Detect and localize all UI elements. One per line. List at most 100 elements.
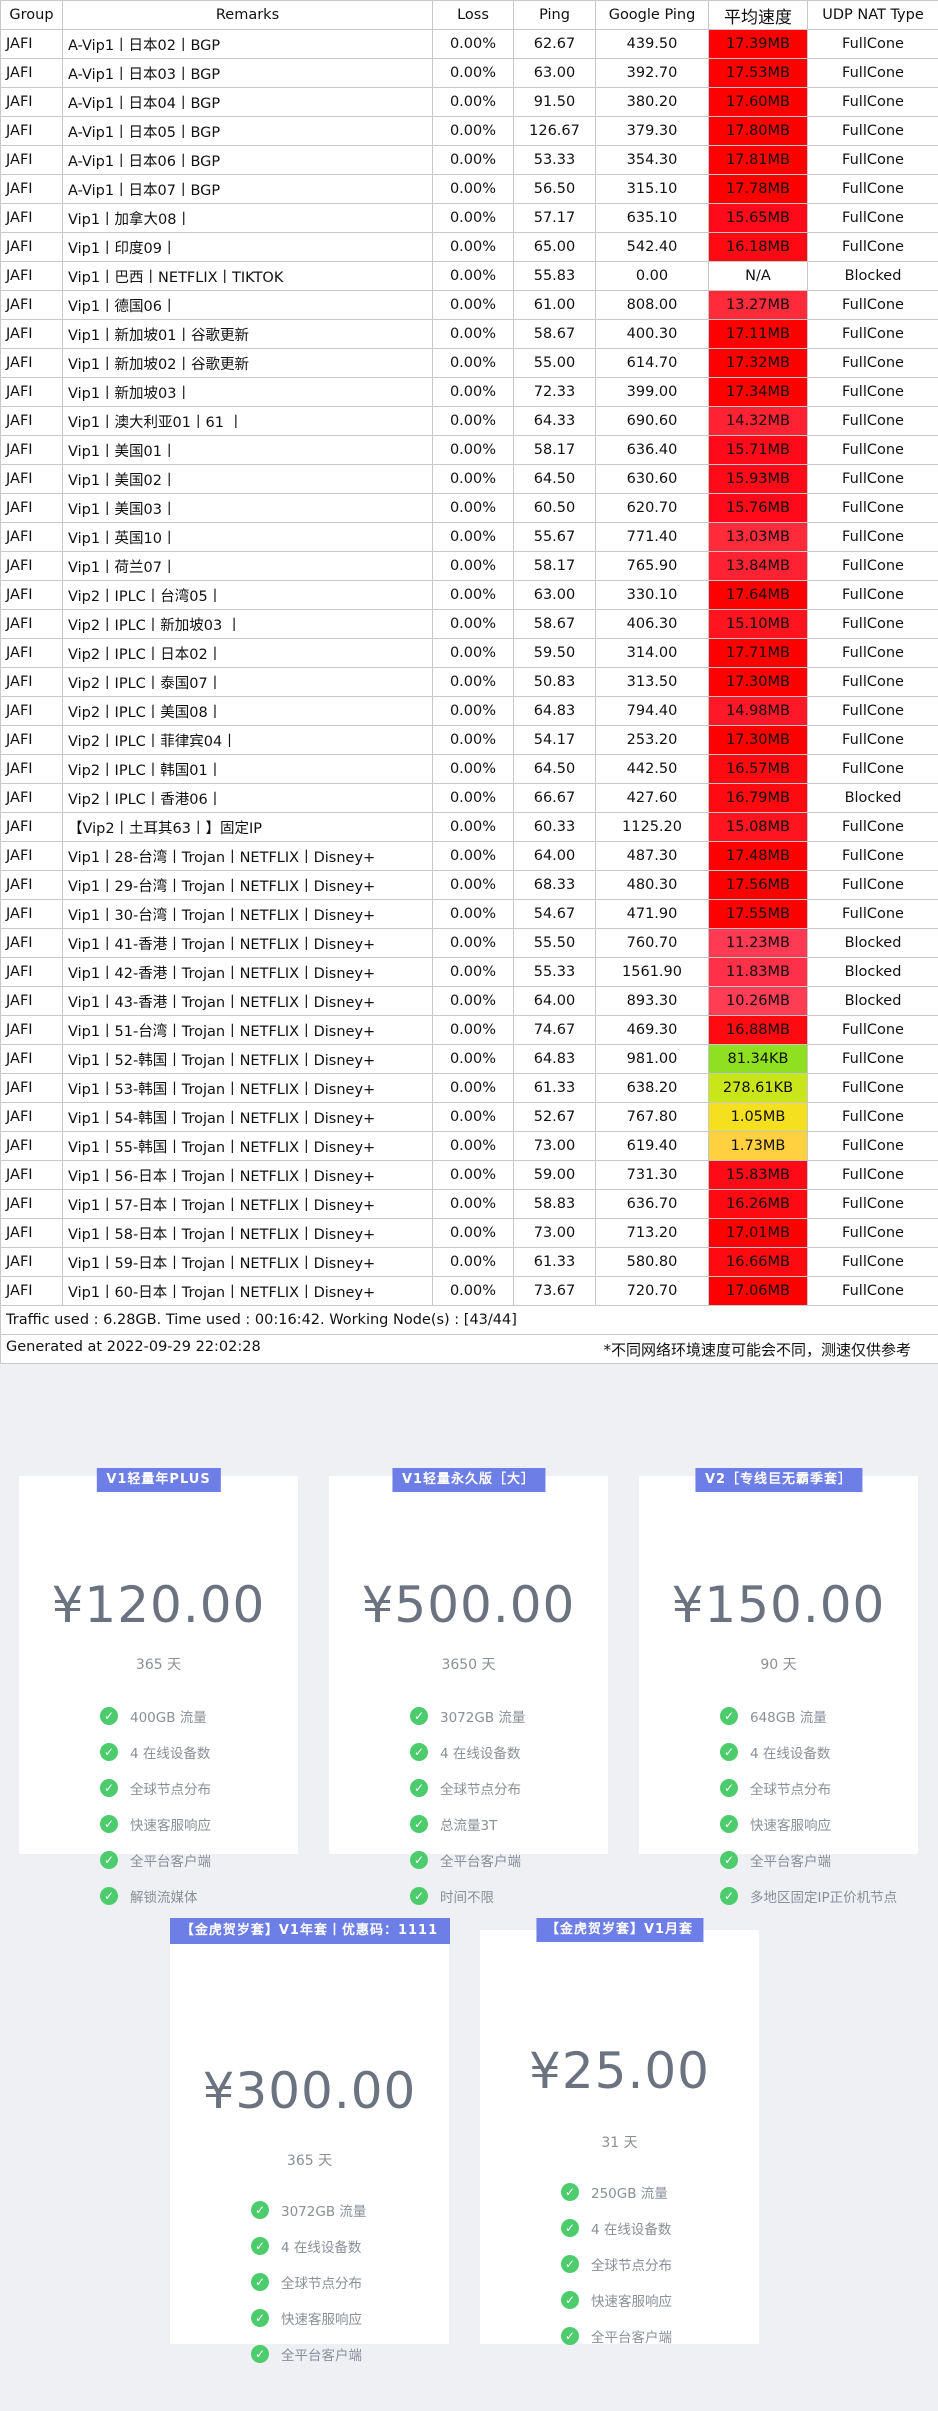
cell-avg-speed: 17.64MB [708,580,808,610]
table-row: JAFI 【Vip2丨土耳其63丨】固定IP 0.00% 60.33 1125.20 15… [0,812,938,842]
cell-group: JAFI [0,261,63,291]
cell-remarks: Vip1丨新加坡03丨 [62,377,433,407]
table-row: JAFI Vip2丨IPLC丨新加坡03 丨 0.00% 58.67 406.30 15.… [0,609,938,639]
cell-udp-nat-type: FullCone [807,1015,938,1045]
cell-loss: 0.00% [432,754,514,784]
cell-udp-nat-type: FullCone [807,754,938,784]
plan-duration: 365 天 [286,2153,333,2169]
plan-feature: ✓ 快速客服响应 [720,1806,918,1842]
disclaimer-note: *不同网络环境速度可能会不同，测速仅供参考 [603,1340,911,1359]
cell-google-ping: 471.90 [595,899,709,929]
cell-avg-speed: 16.79MB [708,783,808,813]
table-row: JAFI Vip2丨IPLC丨泰国07丨 0.00% 50.83 313.50 17.30… [0,667,938,697]
plan-card[interactable]: 【金虎贺岁套】V1年套丨优惠码：1111 ¥300.00 365 天 ✓ 3072GB … [169,1918,450,2364]
cell-ping: 64.00 [513,841,596,871]
cell-google-ping: 713.20 [595,1218,709,1248]
cell-avg-speed: 11.83MB [708,957,808,987]
cell-remarks: Vip1丨56-日本丨Trojan丨NETFLIX丨Disney+ [62,1160,433,1190]
cell-avg-speed: 17.34MB [708,377,808,407]
table-row: JAFI Vip1丨41-香港丨Trojan丨NETFLIX丨Disney+ 0.0… [0,928,938,958]
plan-feature: ✓ 全球节点分布 [410,1770,608,1806]
cell-udp-nat-type: FullCone [807,348,938,378]
cell-google-ping: 380.20 [595,87,709,117]
cell-loss: 0.00% [432,406,514,436]
table-row: JAFI Vip2丨IPLC丨台湾05丨 0.00% 63.00 330.10 17.64… [0,580,938,610]
plan-feature: ✓ 全平台客户端 [720,1842,918,1878]
cell-udp-nat-type: Blocked [807,957,938,987]
cell-remarks: Vip1丨美国01丨 [62,435,433,465]
table-row: JAFI Vip1丨42-香港丨Trojan丨NETFLIX丨Disney+ 0.0… [0,957,938,987]
cell-ping: 62.67 [513,29,596,59]
cell-loss: 0.00% [432,725,514,755]
cell-group: JAFI [0,1218,63,1248]
footer-generated-row: Generated at 2022-09-29 22:02:28 *不同网络环境… [0,1334,938,1364]
table-row: JAFI Vip2丨IPLC丨美国08丨 0.00% 64.83 794.40 14.98… [0,696,938,726]
plan-feature-label: 4 在线设备数 [281,2240,362,2256]
cell-ping: 56.50 [513,174,596,204]
plan-feature: ✓ 全球节点分布 [100,1770,298,1806]
plan-card[interactable]: V2［专线巨无霸季套］ ¥150.00 90 天 ✓ 648GB 流量 ✓ 4 在线设备数 ✓… [639,1468,918,1906]
cell-google-ping: 406.30 [595,609,709,639]
cell-ping: 72.33 [513,377,596,407]
plan-card[interactable]: V1轻量永久版［大］ ¥500.00 3650 天 ✓ 3072GB 流量 ✓ 4 在线设备… [329,1468,608,1906]
check-circle-icon: ✓ [410,1815,428,1833]
cell-remarks: Vip1丨53-韩国丨Trojan丨NETFLIX丨Disney+ [62,1073,433,1103]
plan-feature: ✓ 3072GB 流量 [410,1698,608,1734]
cell-udp-nat-type: FullCone [807,116,938,146]
cell-google-ping: 354.30 [595,145,709,175]
cell-google-ping: 635.10 [595,203,709,233]
plan-feature-label: 3072GB 流量 [440,1710,526,1726]
cell-remarks: Vip2丨IPLC丨菲律宾04丨 [62,725,433,755]
cell-udp-nat-type: FullCone [807,696,938,726]
plan-feature-label: 4 在线设备数 [750,1746,831,1762]
cell-ping: 64.50 [513,754,596,784]
cell-remarks: Vip1丨荷兰07丨 [62,551,433,581]
cell-remarks: Vip1丨52-韩国丨Trojan丨NETFLIX丨Disney+ [62,1044,433,1074]
plan-feature: ✓ 250GB 流量 [561,2174,759,2210]
cell-google-ping: 690.60 [595,406,709,436]
table-row: JAFI A-Vip1丨日本03丨BGP 0.00% 63.00 392.70 17.53… [0,58,938,88]
cell-avg-speed: 16.26MB [708,1189,808,1219]
table-row: JAFI A-Vip1丨日本04丨BGP 0.00% 91.50 380.20 17.60… [0,87,938,117]
cell-ping: 55.33 [513,957,596,987]
cell-google-ping: 720.70 [595,1276,709,1306]
cell-group: JAFI [0,1131,63,1161]
cell-group: JAFI [0,957,63,987]
plan-feature-label: 全球节点分布 [440,1782,521,1798]
header-group: Group [0,0,63,30]
header-udp-nat-type: UDP NAT Type [807,0,938,30]
cell-group: JAFI [0,435,63,465]
cell-google-ping: 580.80 [595,1247,709,1277]
cell-avg-speed: 17.53MB [708,58,808,88]
cell-group: JAFI [0,1015,63,1045]
cell-avg-speed: 16.88MB [708,1015,808,1045]
cell-ping: 50.83 [513,667,596,697]
table-row: JAFI A-Vip1丨日本07丨BGP 0.00% 56.50 315.10 17.78… [0,174,938,204]
cell-google-ping: 614.70 [595,348,709,378]
cell-ping: 57.17 [513,203,596,233]
plan-card[interactable]: V1轻量年PLUS ¥120.00 365 天 ✓ 400GB 流量 ✓ 4 在线设备数 ✓ 全… [19,1468,298,1906]
cell-avg-speed: 17.48MB [708,841,808,871]
check-circle-icon: ✓ [251,2237,269,2255]
cell-group: JAFI [0,783,63,813]
cell-google-ping: 439.50 [595,29,709,59]
cell-google-ping: 392.70 [595,58,709,88]
plan-card[interactable]: 【金虎贺岁套】V1月套 ¥25.00 31 天 ✓ 250GB 流量 ✓ 4 在线设备数 ✓ 全… [480,1918,759,2346]
cell-loss: 0.00% [432,319,514,349]
cell-remarks: Vip2丨IPLC丨香港06丨 [62,783,433,813]
plan-feature-label: 快速客服响应 [281,2312,362,2328]
footer-traffic-row: Traffic used : 6.28GB. Time used : 00:16… [0,1305,938,1335]
plan-feature: ✓ 4 在线设备数 [100,1734,298,1770]
cell-remarks: Vip1丨28-台湾丨Trojan丨NETFLIX丨Disney+ [62,841,433,871]
cell-remarks: 【Vip2丨土耳其63丨】固定IP [62,812,433,842]
cell-udp-nat-type: Blocked [807,928,938,958]
cell-google-ping: 760.70 [595,928,709,958]
cell-ping: 63.00 [513,580,596,610]
cell-avg-speed: 13.27MB [708,290,808,320]
cell-udp-nat-type: FullCone [807,406,938,436]
cell-udp-nat-type: FullCone [807,145,938,175]
cell-udp-nat-type: FullCone [807,870,938,900]
cell-google-ping: 0.00 [595,261,709,291]
check-circle-icon: ✓ [100,1707,118,1725]
cell-ping: 54.67 [513,899,596,929]
